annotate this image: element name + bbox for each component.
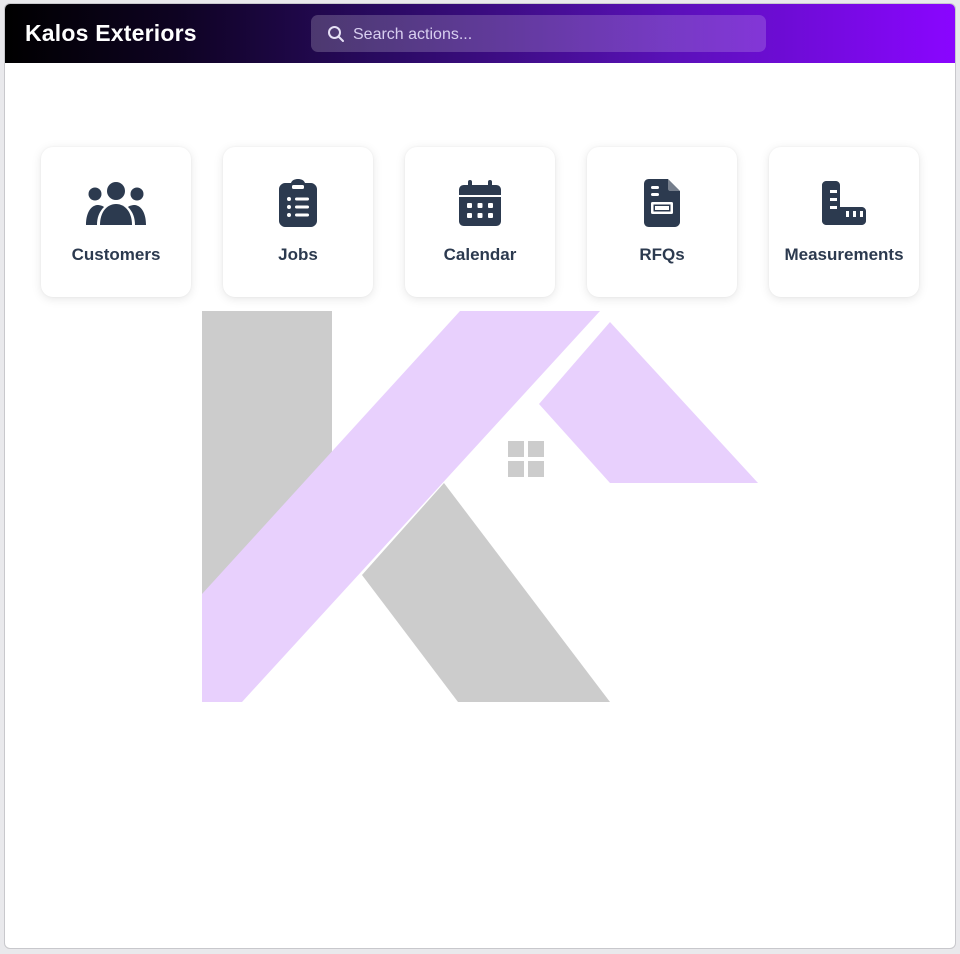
tile-jobs[interactable]: Jobs [223, 147, 373, 297]
top-navbar: Kalos Exteriors [5, 4, 955, 63]
search-box[interactable] [311, 15, 766, 54]
tile-calendar[interactable]: Calendar [405, 147, 555, 297]
tile-label: Jobs [278, 245, 318, 264]
app-window: Kalos Exteriors Search actions... Custom… [4, 3, 956, 949]
users-icon [84, 179, 148, 227]
tile-label: RFQs [639, 245, 685, 264]
search-input[interactable] [351, 15, 755, 54]
file-invoice-icon [630, 179, 694, 227]
ruler-icon [812, 179, 876, 227]
action-tiles: Customers Jobs Calendar RFQs Measurement… [41, 147, 921, 297]
brand-title[interactable]: Kalos Exteriors [25, 20, 197, 47]
search-icon [328, 26, 344, 42]
tile-label: Calendar [443, 245, 517, 264]
tile-customers[interactable]: Customers [41, 147, 191, 297]
tile-label: Measurements [784, 245, 904, 264]
window-icon [508, 441, 544, 477]
clipboard-list-icon [266, 179, 330, 227]
tile-rfqs[interactable]: RFQs [587, 147, 737, 297]
tile-measurements[interactable]: Measurements [769, 147, 919, 297]
kalos-logo [202, 311, 758, 702]
tile-label: Customers [71, 245, 161, 264]
calendar-icon [448, 179, 512, 227]
